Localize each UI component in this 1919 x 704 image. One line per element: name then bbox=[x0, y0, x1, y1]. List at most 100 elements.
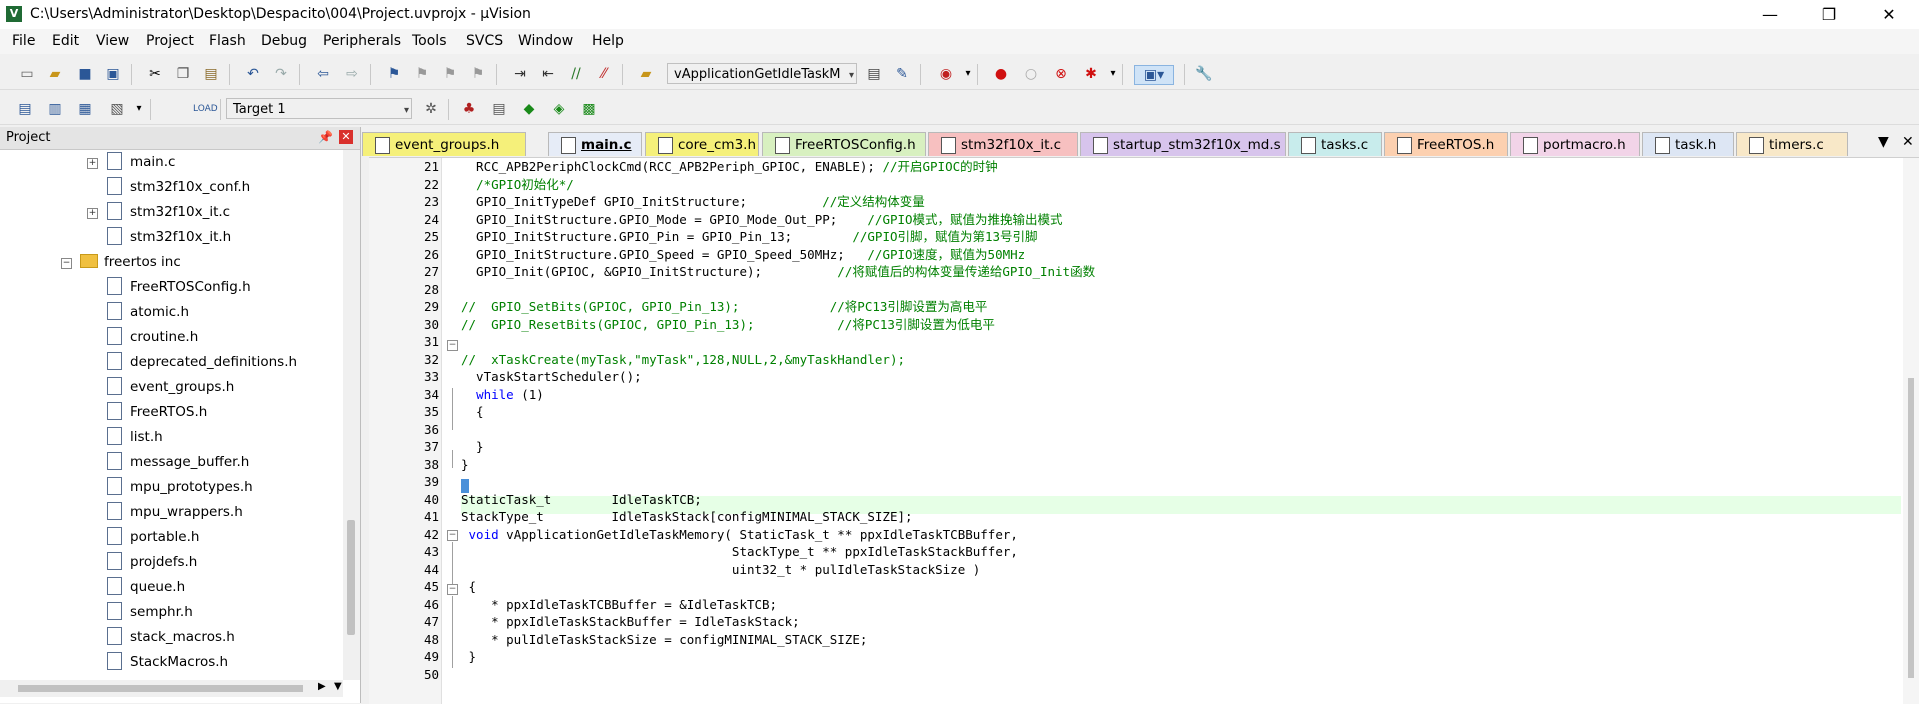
open-file-icon[interactable]: ▰ bbox=[46, 65, 64, 83]
menu-help[interactable]: Help bbox=[592, 33, 624, 49]
tree-item-file[interactable]: StackMacros.h bbox=[107, 650, 228, 675]
bookmark-toggle-icon[interactable]: ⚑ bbox=[385, 65, 403, 83]
batch-build-icon[interactable]: ▧ bbox=[108, 100, 126, 118]
tab-task-h[interactable]: task.h bbox=[1642, 132, 1734, 156]
indent-icon[interactable]: ⇥ bbox=[511, 65, 529, 83]
minimize-button[interactable]: — bbox=[1747, 0, 1793, 29]
tree-item-file[interactable]: queue.h bbox=[107, 575, 185, 600]
debug-session-icon[interactable]: ◉ bbox=[937, 65, 955, 83]
expand-icon[interactable]: + bbox=[87, 208, 98, 219]
menu-view[interactable]: View bbox=[96, 33, 129, 49]
undo-icon[interactable]: ↶ bbox=[244, 65, 262, 83]
breakpoint-enable-icon[interactable]: ○ bbox=[1022, 65, 1040, 83]
tab-portmacro-h[interactable]: portmacro.h bbox=[1510, 132, 1640, 156]
tree-item-file[interactable]: projdefs.h bbox=[107, 550, 197, 575]
close-panel-icon[interactable]: ✕ bbox=[339, 130, 353, 144]
manage-rte-icon[interactable]: ◆ bbox=[520, 100, 538, 118]
fold-collapse-icon[interactable]: − bbox=[447, 530, 458, 541]
scroll-thumb[interactable] bbox=[1908, 378, 1914, 678]
component-icon[interactable]: ▩ bbox=[580, 100, 598, 118]
tree-item-file[interactable]: list.h bbox=[107, 425, 163, 450]
save-icon[interactable]: ■ bbox=[76, 65, 94, 83]
tree-item-folder[interactable]: freertos inc bbox=[80, 250, 181, 275]
bookmark-clear-icon[interactable]: ⚑ bbox=[469, 65, 487, 83]
collapse-icon[interactable]: − bbox=[61, 258, 72, 269]
tree-item-file[interactable]: deprecated_definitions.h bbox=[107, 350, 297, 375]
download-load-icon[interactable]: LOAD bbox=[193, 100, 218, 118]
expand-icon[interactable]: + bbox=[87, 158, 98, 169]
tab-list-dropdown-icon[interactable]: ▼ bbox=[1878, 134, 1889, 150]
tree-item-file[interactable]: stm32f10x_it.h bbox=[107, 225, 231, 250]
fold-collapse-icon[interactable]: − bbox=[447, 584, 458, 595]
tab-tasks-c[interactable]: tasks.c bbox=[1288, 132, 1382, 156]
breakpoint-kill-all-icon[interactable]: ✱ bbox=[1082, 65, 1100, 83]
redo-icon[interactable]: ↷ bbox=[272, 65, 290, 83]
tab-freertosconfig-h[interactable]: FreeRTOSConfig.h bbox=[762, 132, 926, 156]
scroll-thumb[interactable] bbox=[18, 685, 303, 692]
nav-back-icon[interactable]: ⇦ bbox=[314, 65, 332, 83]
breakpoint-disable-all-icon[interactable]: ⊗ bbox=[1052, 65, 1070, 83]
project-tree-hscrollbar[interactable]: ▶ ▼ bbox=[0, 680, 343, 697]
copy-icon[interactable]: ❐ bbox=[174, 65, 192, 83]
menu-svcs[interactable]: SVCS bbox=[466, 33, 503, 49]
chevron-down-icon[interactable]: ▾ bbox=[959, 65, 977, 83]
tab-startup-stm32f10x-md-s[interactable]: startup_stm32f10x_md.s bbox=[1080, 132, 1286, 156]
close-tab-icon[interactable]: ✕ bbox=[1902, 134, 1914, 150]
incremental-find-icon[interactable]: ✎ bbox=[893, 65, 911, 83]
uncomment-icon[interactable]: ⁄⁄ bbox=[595, 65, 613, 83]
configure-wrench-icon[interactable]: 🔧 bbox=[1195, 65, 1213, 83]
tree-item-file[interactable]: message_buffer.h bbox=[107, 450, 249, 475]
tab-event-groups-h[interactable]: event_groups.h bbox=[362, 132, 526, 156]
unindent-icon[interactable]: ⇤ bbox=[539, 65, 557, 83]
tree-item-file[interactable]: portable.h bbox=[107, 525, 199, 550]
new-file-icon[interactable]: ▭ bbox=[18, 65, 36, 83]
nav-forward-icon[interactable]: ⇨ bbox=[343, 65, 361, 83]
tree-item-file[interactable]: atomic.h bbox=[107, 300, 189, 325]
cut-icon[interactable]: ✂ bbox=[146, 65, 164, 83]
maximize-button[interactable]: ❐ bbox=[1806, 0, 1852, 29]
scroll-right-icon[interactable]: ▶ bbox=[318, 681, 326, 692]
menu-tools[interactable]: Tools bbox=[412, 33, 447, 49]
find-icon[interactable]: ▤ bbox=[865, 65, 883, 83]
breakpoint-insert-icon[interactable]: ● bbox=[992, 65, 1010, 83]
select-packs-icon[interactable]: ▤ bbox=[490, 100, 508, 118]
tab-stm32f10x-it-c[interactable]: stm32f10x_it.c bbox=[928, 132, 1078, 156]
tree-item-file[interactable]: mpu_wrappers.h bbox=[107, 500, 243, 525]
tree-item-file[interactable]: stack_macros.h bbox=[107, 625, 235, 650]
build-icon[interactable]: ▥ bbox=[46, 100, 64, 118]
save-all-icon[interactable]: ▣ bbox=[104, 65, 122, 83]
menu-debug[interactable]: Debug bbox=[261, 33, 307, 49]
project-tree-vscrollbar[interactable] bbox=[343, 150, 360, 680]
tree-item-file[interactable]: FreeRTOSConfig.h bbox=[107, 275, 251, 300]
tab-freertos-h[interactable]: FreeRTOS.h bbox=[1384, 132, 1508, 156]
tree-item-file[interactable]: stm32f10x_conf.h bbox=[107, 175, 250, 200]
rebuild-icon[interactable]: ▦ bbox=[76, 100, 94, 118]
tree-item-file[interactable]: main.c bbox=[107, 150, 175, 175]
manage-project-items-icon[interactable]: ♣ bbox=[460, 100, 478, 118]
menu-flash[interactable]: Flash bbox=[209, 33, 246, 49]
menu-window[interactable]: Window bbox=[518, 33, 573, 49]
tree-item-file[interactable]: event_groups.h bbox=[107, 375, 234, 400]
paste-icon[interactable]: ▤ bbox=[202, 65, 220, 83]
scroll-down-icon[interactable]: ▼ bbox=[334, 681, 342, 692]
window-layout-icon[interactable]: ▣▾ bbox=[1134, 65, 1174, 85]
scroll-thumb[interactable] bbox=[347, 520, 355, 635]
comment-icon[interactable]: // bbox=[567, 65, 585, 83]
tree-item-file[interactable]: croutine.h bbox=[107, 325, 198, 350]
fold-collapse-icon[interactable]: − bbox=[447, 340, 458, 351]
bookmark-prev-icon[interactable]: ⚑ bbox=[413, 65, 431, 83]
bookmark-next-icon[interactable]: ⚑ bbox=[441, 65, 459, 83]
tree-item-file[interactable]: mpu_prototypes.h bbox=[107, 475, 253, 500]
chevron-down-icon[interactable]: ▾ bbox=[130, 100, 148, 118]
chevron-down-icon[interactable]: ▾ bbox=[1104, 65, 1122, 83]
function-combo[interactable]: vApplicationGetIdleTaskM ▾ bbox=[667, 63, 857, 84]
menu-peripherals[interactable]: Peripherals bbox=[323, 33, 401, 49]
find-in-files-icon[interactable]: ▰ bbox=[637, 65, 655, 83]
translate-icon[interactable]: ▤ bbox=[16, 100, 34, 118]
pack-installer-icon[interactable]: ◈ bbox=[550, 100, 568, 118]
tree-item-file[interactable]: stm32f10x_it.c bbox=[107, 200, 230, 225]
tab-timers-c[interactable]: timers.c bbox=[1736, 132, 1848, 156]
close-window-button[interactable]: ✕ bbox=[1866, 0, 1912, 29]
menu-file[interactable]: File bbox=[12, 33, 35, 49]
target-options-icon[interactable]: ✲ bbox=[422, 100, 440, 118]
